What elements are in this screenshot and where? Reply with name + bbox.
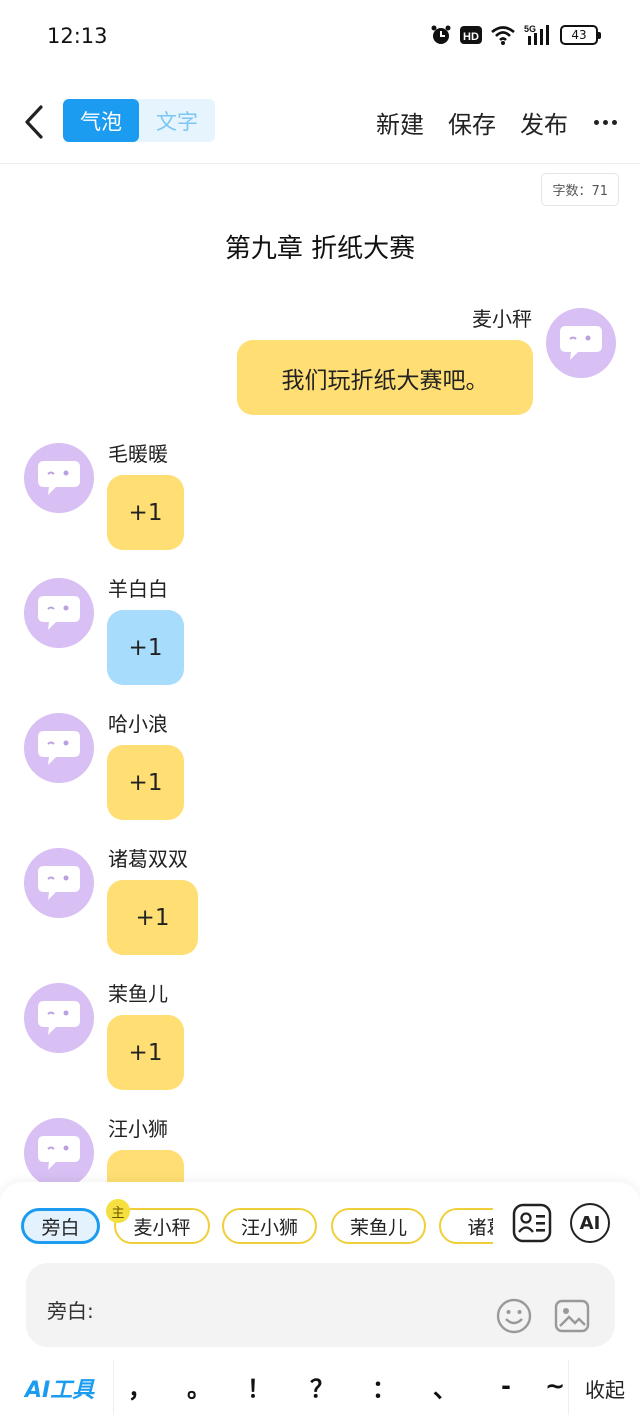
chapter-title[interactable]: 第九章 折纸大赛 <box>0 228 640 265</box>
ai-tools-button[interactable]: AI工具 <box>25 1372 94 1404</box>
chip-narrator[interactable]: 旁白 <box>21 1208 100 1244</box>
sender-name: 诸葛双双 <box>108 847 188 871</box>
battery-icon: 43 <box>560 25 601 45</box>
alarm-icon <box>431 25 451 44</box>
chip-role[interactable]: 汪小狮 <box>222 1208 317 1244</box>
chip-role[interactable]: 诸葛 <box>439 1208 493 1244</box>
chat-bubble-face-icon <box>38 461 80 495</box>
sender-name: 羊白白 <box>108 577 168 601</box>
back-button[interactable] <box>16 102 52 142</box>
svg-text:5G: 5G <box>524 24 536 34</box>
new-button[interactable]: 新建 <box>376 105 424 140</box>
message-bubble[interactable]: +1 <box>107 610 184 685</box>
status-bar: 12:13 HD 5G 43 <box>0 0 640 72</box>
punctuation-row: ， 。 ！ ？ ： 、 - ~ <box>113 1360 569 1415</box>
avatar[interactable] <box>546 308 616 378</box>
punct-tilde[interactable]: ~ <box>545 1366 569 1406</box>
svg-text:HD: HD <box>463 31 479 43</box>
punct-colon[interactable]: ： <box>364 1366 404 1406</box>
role-card-icon <box>512 1203 552 1243</box>
wifi-icon <box>491 26 515 45</box>
chat-bubble-face-icon <box>38 731 80 765</box>
emoji-button[interactable] <box>496 1298 532 1334</box>
punct-period[interactable]: 。 <box>179 1366 219 1406</box>
role-chip-row: 旁白 麦小秤 汪小狮 茉鱼儿 诸葛 <box>21 1206 493 1246</box>
smile-icon <box>496 1298 532 1334</box>
avatar[interactable] <box>24 848 94 918</box>
avatar[interactable] <box>24 443 94 513</box>
ai-button[interactable]: AI <box>570 1203 610 1243</box>
sender-name: 茉鱼儿 <box>108 982 168 1006</box>
image-icon <box>554 1299 590 1333</box>
message-bubble[interactable]: +1 <box>107 475 184 550</box>
avatar[interactable] <box>24 1118 94 1188</box>
sender-name: 哈小浪 <box>108 712 168 736</box>
chevron-left-icon <box>25 105 43 139</box>
avatar[interactable] <box>24 713 94 783</box>
collapse-button[interactable]: 收起 <box>585 1374 625 1403</box>
input-speaker-label: 旁白: <box>47 1299 94 1323</box>
punct-question[interactable]: ？ <box>302 1366 342 1406</box>
punct-comma[interactable]: ， <box>120 1366 160 1406</box>
message-bubble[interactable]: +1 <box>107 880 198 955</box>
editor-toolbar: 气泡 文字 新建 保存 发布 <box>0 84 640 164</box>
message-bubble[interactable]: +1 <box>107 745 184 820</box>
sender-name: 毛暖暖 <box>108 442 168 466</box>
signal-5g-icon: 5G <box>524 24 549 45</box>
sender-name: 麦小秤 <box>472 307 532 331</box>
mode-toggle: 气泡 文字 <box>63 99 215 142</box>
main-role-badge: 主 <box>106 1199 130 1223</box>
chat-bubble-face-icon <box>38 1136 80 1170</box>
punct-exclaim[interactable]: ！ <box>239 1366 279 1406</box>
tab-text[interactable]: 文字 <box>139 99 215 142</box>
avatar[interactable] <box>24 983 94 1053</box>
sender-name: 汪小狮 <box>108 1117 168 1141</box>
role-card-button[interactable] <box>512 1203 552 1243</box>
chat-bubble-face-icon <box>38 1001 80 1035</box>
save-button[interactable]: 保存 <box>448 105 496 140</box>
message-input-box: 旁白: <box>26 1263 615 1347</box>
publish-button[interactable]: 发布 <box>520 105 568 140</box>
bottom-toolbar: AI工具 ， 。 ！ ？ ： 、 - ~ 收起 <box>0 1360 640 1415</box>
chat-bubble-face-icon <box>38 596 80 630</box>
punct-dash[interactable]: - <box>486 1366 526 1406</box>
top-actions: 新建 保存 发布 <box>352 102 620 142</box>
message-bubble[interactable]: +1 <box>107 1015 184 1090</box>
punct-enum-comma[interactable]: 、 <box>425 1366 465 1406</box>
hd-icon: HD <box>460 26 482 44</box>
chat-bubble-face-icon <box>38 866 80 900</box>
word-count-badge: 字数：71 <box>541 173 619 206</box>
tab-bubble[interactable]: 气泡 <box>63 99 139 142</box>
more-icon[interactable] <box>590 102 620 142</box>
avatar[interactable] <box>24 578 94 648</box>
status-time: 12:13 <box>47 24 108 48</box>
image-button[interactable] <box>554 1298 590 1334</box>
message-bubble[interactable]: 我们玩折纸大赛吧。 <box>237 340 533 415</box>
chat-bubble-face-icon <box>560 326 602 360</box>
status-icons: HD 5G 43 <box>430 24 601 46</box>
chip-role[interactable]: 茉鱼儿 <box>331 1208 426 1244</box>
message-input[interactable] <box>126 1291 486 1323</box>
